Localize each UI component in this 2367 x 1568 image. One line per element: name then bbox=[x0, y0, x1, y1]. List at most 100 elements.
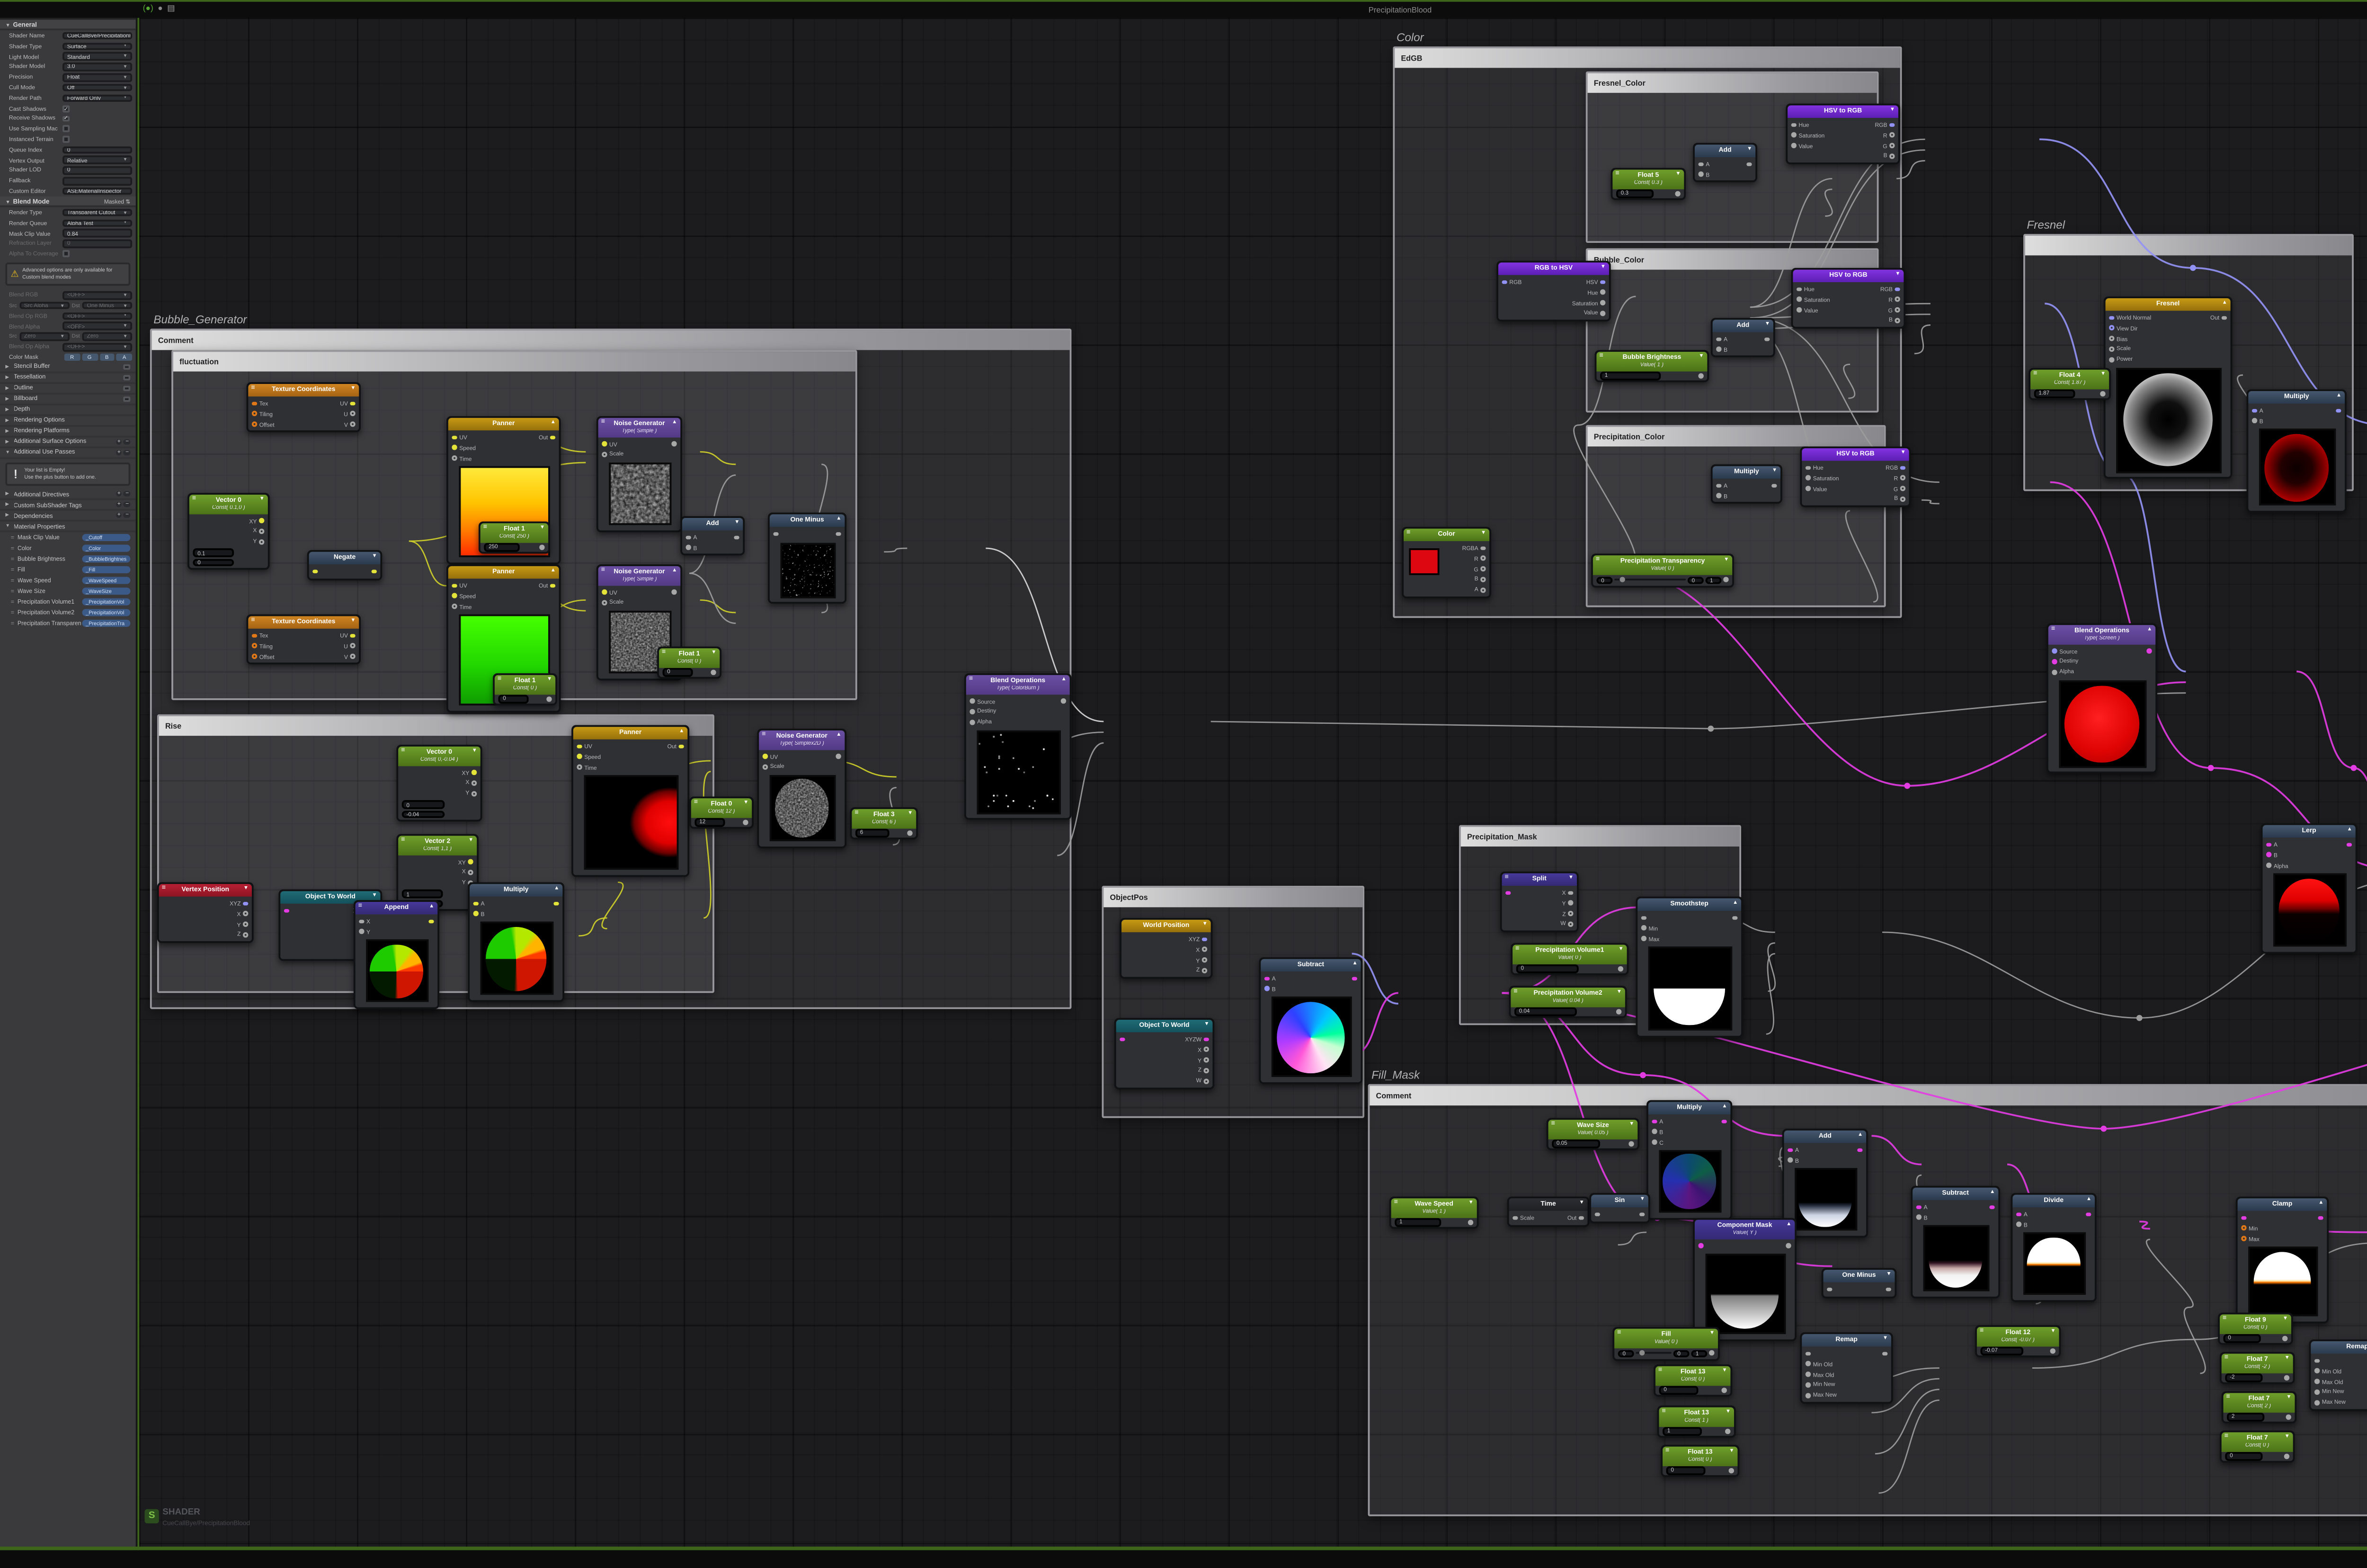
expand-icon[interactable]: ▼ bbox=[2050, 1329, 2056, 1335]
port-dot[interactable] bbox=[2241, 1226, 2246, 1231]
output-dot[interactable] bbox=[1722, 1388, 1727, 1393]
node-menu-icon[interactable]: ≡ bbox=[601, 568, 605, 575]
port-dot[interactable] bbox=[1900, 497, 1905, 502]
value-field[interactable]: -0.07 bbox=[1980, 1347, 2024, 1355]
output-port[interactable]: Out bbox=[1567, 1214, 1584, 1221]
node-menu-icon[interactable]: ≡ bbox=[601, 420, 605, 427]
node-float13-a[interactable]: ≡Float 13Const( 0 )▼0 bbox=[1654, 1364, 1732, 1397]
node-header[interactable]: ≡Float 9Const( 0 )▼ bbox=[2220, 1314, 2291, 1333]
node-precipitation-volume1[interactable]: ≡Precipitation Volume1Value( 0 )▼0 bbox=[1511, 943, 1628, 975]
node-multiply-4[interactable]: Multiply▲ABC bbox=[1646, 1100, 1732, 1220]
node-panner-3[interactable]: Panner▲UVOutSpeedTime bbox=[571, 725, 689, 877]
expand-icon[interactable]: ▼ bbox=[908, 811, 913, 817]
port-dot[interactable] bbox=[1204, 1037, 1209, 1042]
input-port[interactable]: Offset bbox=[252, 421, 275, 428]
port-dot[interactable] bbox=[672, 442, 677, 447]
port-dot[interactable] bbox=[1568, 891, 1573, 896]
collapse-icon[interactable]: ▲ bbox=[1733, 900, 1738, 906]
output-port[interactable]: Y bbox=[1198, 1057, 1209, 1064]
node-header[interactable]: ≡Vector 0Const( 0,-0.04 )▼ bbox=[398, 747, 481, 766]
collapse-icon[interactable]: ▲ bbox=[2086, 1197, 2091, 1203]
expand-icon[interactable]: ▼ bbox=[1675, 172, 1681, 177]
expand-icon[interactable]: ▼ bbox=[1895, 272, 1900, 277]
input-port[interactable]: World Normal bbox=[2109, 314, 2151, 321]
checkbox-tessellation[interactable] bbox=[124, 374, 130, 381]
dropdown-render-path[interactable]: Forward Only▼ bbox=[62, 94, 132, 102]
input-port[interactable]: A bbox=[1716, 336, 1727, 343]
port-dot[interactable] bbox=[1652, 1140, 1657, 1145]
expand-icon[interactable]: ▼ bbox=[1722, 1369, 1727, 1374]
expand-icon[interactable]: ▼ bbox=[1709, 1331, 1715, 1336]
expand-icon[interactable]: ▼ bbox=[1901, 451, 1906, 456]
port-dot[interactable] bbox=[1791, 133, 1797, 138]
port-dot[interactable] bbox=[452, 583, 457, 588]
port-dot[interactable] bbox=[1900, 486, 1905, 491]
output-port[interactable]: UV bbox=[340, 400, 356, 407]
port-dot[interactable] bbox=[577, 754, 582, 759]
output-port[interactable]: V bbox=[344, 653, 356, 660]
port-dot[interactable] bbox=[1600, 300, 1605, 305]
color-mask-b[interactable]: B bbox=[99, 353, 115, 361]
node-header[interactable]: Panner▲ bbox=[448, 566, 559, 579]
input-port[interactable]: Max New bbox=[2314, 1399, 2346, 1406]
node-menu-icon[interactable]: ≡ bbox=[762, 732, 765, 739]
dropdown-blend-op-rgb[interactable]: <OFF>▼ bbox=[62, 312, 132, 320]
collapse-icon[interactable]: ▲ bbox=[1786, 1222, 1791, 1227]
input-port[interactable]: Min Old bbox=[2314, 1368, 2341, 1375]
port-dot[interactable] bbox=[1890, 133, 1895, 138]
output-port[interactable] bbox=[2318, 1215, 2323, 1221]
checkbox-cast-shadows[interactable]: ✓ bbox=[62, 105, 69, 112]
node-header[interactable]: Multiply▲ bbox=[2248, 391, 2345, 403]
input-port[interactable]: Max New bbox=[1806, 1391, 1837, 1399]
node-append[interactable]: ≡Append▲XY bbox=[354, 900, 439, 1009]
value-field[interactable]: 0 bbox=[1666, 1466, 1706, 1474]
node-header[interactable]: One Minus▲ bbox=[770, 514, 845, 526]
checkbox-use-sampling-mac[interactable] bbox=[62, 125, 69, 132]
node-world-position[interactable]: World Position▼XYZXYZ bbox=[1120, 918, 1212, 979]
collapse-icon[interactable]: ▲ bbox=[551, 569, 556, 574]
section-rendering-options[interactable]: ▶Rendering Options bbox=[0, 416, 136, 427]
node-header[interactable]: Add▲ bbox=[1784, 1131, 1867, 1143]
dropdown-blend-rgb[interactable]: <OFF>▼ bbox=[62, 291, 132, 299]
port-dot[interactable] bbox=[686, 545, 691, 551]
input-port[interactable]: Min New bbox=[2314, 1389, 2344, 1396]
wire-reroute-dot[interactable] bbox=[2136, 1015, 2143, 1021]
expand-icon[interactable]: ▼ bbox=[350, 386, 356, 392]
node-menu-icon[interactable]: ≡ bbox=[1980, 1329, 1984, 1336]
input-port[interactable]: Tex bbox=[252, 400, 268, 407]
port-dot[interactable] bbox=[252, 633, 257, 639]
collapse-icon[interactable]: ▲ bbox=[1352, 962, 1357, 967]
port-dot[interactable] bbox=[1652, 1119, 1657, 1124]
port-dot[interactable] bbox=[1204, 1058, 1209, 1063]
section-outline[interactable]: ▶Outline bbox=[0, 384, 136, 395]
port-dot[interactable] bbox=[472, 781, 477, 786]
port-dot[interactable] bbox=[2016, 1222, 2021, 1228]
value-field[interactable]: 1 bbox=[1663, 1427, 1702, 1435]
port-dot[interactable] bbox=[2222, 315, 2227, 321]
output-port[interactable] bbox=[1882, 1351, 1887, 1356]
port-dot[interactable] bbox=[1502, 280, 1507, 285]
input-port[interactable]: Tiling bbox=[252, 642, 273, 650]
port-dot[interactable] bbox=[1600, 290, 1605, 295]
collapse-icon[interactable]: ▲ bbox=[1722, 1104, 1727, 1109]
input-port[interactable]: Value bbox=[1791, 142, 1813, 149]
output-dot[interactable] bbox=[2284, 1453, 2289, 1459]
port-dot[interactable] bbox=[473, 901, 479, 906]
output-port[interactable] bbox=[554, 901, 559, 906]
port-dot[interactable] bbox=[550, 583, 555, 588]
port-dot[interactable] bbox=[1481, 566, 1486, 571]
node-menu-icon[interactable]: ≡ bbox=[1515, 947, 1519, 953]
output-port[interactable]: Out bbox=[667, 743, 684, 750]
group-comment-bar[interactable] bbox=[2025, 236, 2352, 255]
node-one-minus-1[interactable]: One Minus▲ bbox=[768, 513, 846, 604]
input-port[interactable]: B bbox=[1916, 1214, 1928, 1221]
input-port[interactable]: A bbox=[1788, 1147, 1799, 1154]
input-port[interactable]: UV bbox=[577, 743, 592, 750]
input-port[interactable]: Hue bbox=[1791, 122, 1809, 129]
value-field[interactable]: 0.05 bbox=[1552, 1140, 1600, 1148]
output-port[interactable] bbox=[672, 590, 677, 595]
port-dot[interactable] bbox=[243, 932, 248, 937]
node-menu-icon[interactable]: ≡ bbox=[1596, 558, 1600, 564]
section-depth[interactable]: ▶Depth bbox=[0, 405, 136, 416]
port-dot[interactable] bbox=[2052, 669, 2057, 675]
